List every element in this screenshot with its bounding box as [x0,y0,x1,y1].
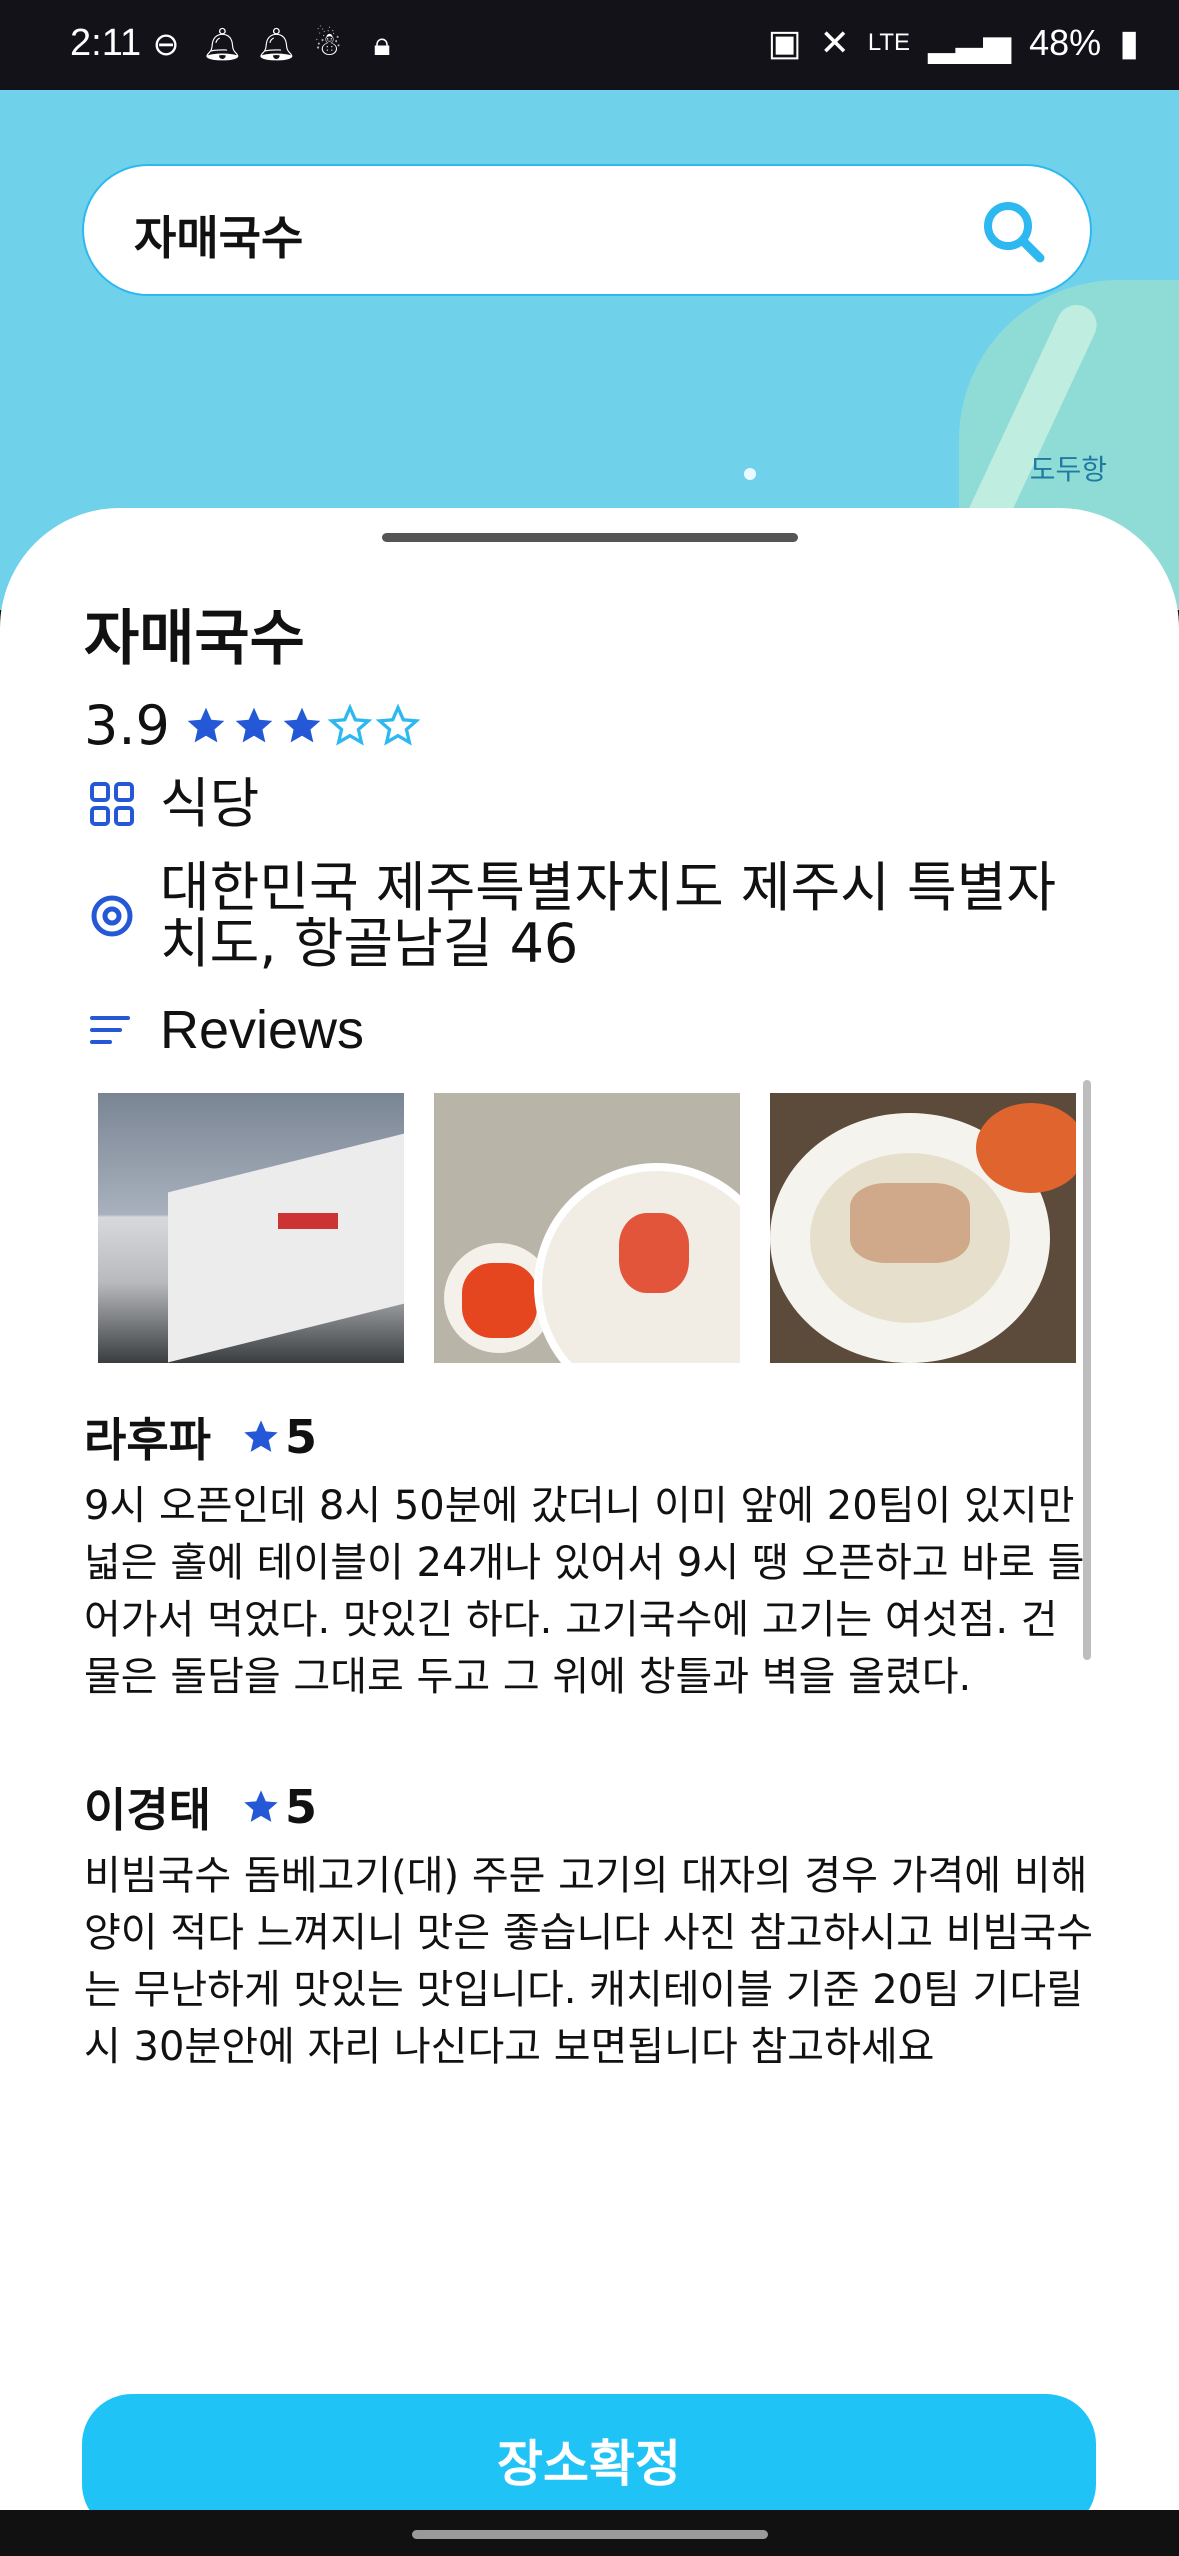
review-text: 9시 오픈인데 8시 50분에 갔더니 이미 앞에 20팀이 있지만 넓은 홀에… [84,1483,1085,1700]
reviews-heading-row: Reviews [84,1002,364,1058]
review-header: 이경태 5 [84,1774,317,1840]
review-score: 5 [284,1780,317,1834]
status-time: 2:11 [70,22,142,64]
map-place-label: 도두항 [1029,453,1107,486]
map-marker [744,468,756,480]
place-title: 자매국수 [84,604,305,674]
star-icon [244,1790,278,1822]
rating-stars [184,703,420,748]
review-author: 이경태 [84,1783,211,1837]
star-empty-icon [327,703,372,746]
reviews-heading: Reviews [160,1000,365,1060]
list-icon [90,1016,130,1044]
category-grid-icon [90,782,134,826]
do-not-disturb-icon: ⊖ [152,25,180,63]
reviews-scroll-area[interactable]: 라후파 5 9시 오픈인데 8시 50분에 갔더니 이미 앞에 20팀이 있지만… [0,1078,1179,2228]
search-bar[interactable]: 자매국수 [82,164,1092,296]
search-input[interactable]: 자매국수 [134,202,303,268]
review-text: 비빔국수 돔베고기(대) 주문 고기의 대자의 경우 가격에 비해 양이 적다 … [84,1853,1094,2070]
sheet-drag-handle[interactable] [382,533,798,542]
search-icon[interactable] [978,196,1050,268]
system-nav-bar [0,2510,1179,2556]
star-filled-icon [187,707,225,742]
place-rating: 3.9 [84,694,420,757]
bell-icon: 🔔︎ [202,25,243,63]
star-icon [244,1420,278,1452]
review-header: 라후파 5 [84,1404,317,1470]
address-row: 대한민국 제주특별자치도 제주시 특별자치도, 항골남길 46 [84,860,1100,972]
rating-value: 3.9 [84,694,170,757]
place-category: 식당 [160,772,260,835]
review-photo-pork-noodle-soup[interactable] [770,1093,1076,1363]
star-filled-icon [283,707,321,742]
star-filled-icon [235,707,273,742]
star-empty-icon [375,703,420,746]
signal-icon: ▂▃▅ [928,22,1012,63]
review-photo-building[interactable] [98,1093,404,1363]
location-pin-icon [91,895,133,937]
place-address: 대한민국 제주특별자치도 제주시 특별자치도, 항골남길 46 [160,856,1057,975]
review-author: 라후파 [84,1413,211,1467]
lock-icon: 🔒︎ [373,25,391,63]
place-detail-sheet: 자매국수 3.9 식당 대한민국 제주특별자치도 제주시 특별자치도, 항골남길… [0,508,1179,2510]
review-photo-bibim-noodles[interactable] [434,1093,740,1363]
battery-level: 48% [1029,22,1102,63]
review-score: 5 [284,1410,317,1464]
battery-icon: ▮ [1119,22,1139,63]
status-notification-icons: ⊖ 🔔︎ 🔔︎ ☃ 🔒︎ [148,26,400,62]
battery-saver-icon: ▣ [767,22,802,63]
mute-icon: ✕ [819,22,850,63]
status-right: ▣ ✕ LTE ▂▃▅ 48% ▮ [768,22,1139,64]
bell-icon: 🔔︎ [256,25,297,63]
status-bar: 2:11 ⊖ 🔔︎ 🔔︎ ☃ 🔒︎ ▣ ✕ LTE ▂▃▅ 48% ▮ [0,0,1179,90]
app-notification-icon: ☃ [313,25,343,63]
review-photos [98,1093,1076,1363]
home-gesture-bar[interactable] [412,2530,768,2539]
network-type: LTE [867,29,911,56]
category-row: 식당 [84,776,259,832]
